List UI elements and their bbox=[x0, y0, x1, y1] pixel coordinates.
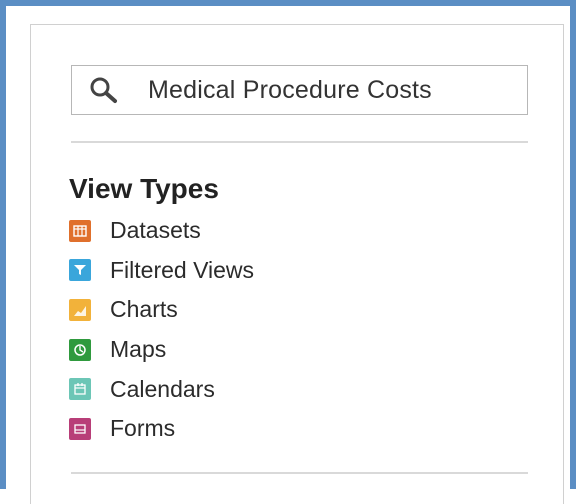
divider bbox=[71, 472, 528, 474]
view-types-heading: View Types bbox=[69, 173, 219, 204]
view-type-label: Filtered Views bbox=[110, 256, 255, 283]
search-input[interactable]: Medical Procedure Costs bbox=[148, 76, 432, 105]
form-icon bbox=[69, 417, 91, 440]
view-type-label: Calendars bbox=[110, 375, 215, 402]
view-type-label: Datasets bbox=[110, 217, 201, 244]
filter-icon bbox=[69, 259, 91, 282]
calendar-icon bbox=[69, 378, 91, 401]
view-type-charts[interactable]: Charts bbox=[69, 290, 254, 330]
view-type-label: Charts bbox=[110, 296, 178, 323]
view-type-datasets[interactable]: Datasets bbox=[69, 211, 254, 251]
sidebar-panel: Medical Procedure Costs View Types Datas… bbox=[30, 24, 564, 504]
view-type-calendars[interactable]: Calendars bbox=[69, 369, 254, 409]
map-icon bbox=[69, 338, 91, 361]
search-box[interactable]: Medical Procedure Costs bbox=[71, 65, 528, 115]
view-type-forms[interactable]: Forms bbox=[69, 409, 254, 449]
chart-icon bbox=[69, 298, 91, 321]
view-types-list: Datasets Filtered Views Charts Maps Cale… bbox=[69, 211, 254, 449]
view-type-filtered-views[interactable]: Filtered Views bbox=[69, 251, 254, 291]
window-frame: Medical Procedure Costs View Types Datas… bbox=[0, 0, 576, 504]
dataset-icon bbox=[69, 219, 91, 242]
view-type-maps[interactable]: Maps bbox=[69, 330, 254, 370]
view-type-label: Maps bbox=[110, 336, 167, 363]
divider bbox=[71, 141, 528, 143]
search-icon[interactable] bbox=[86, 73, 120, 107]
view-type-label: Forms bbox=[110, 415, 176, 442]
